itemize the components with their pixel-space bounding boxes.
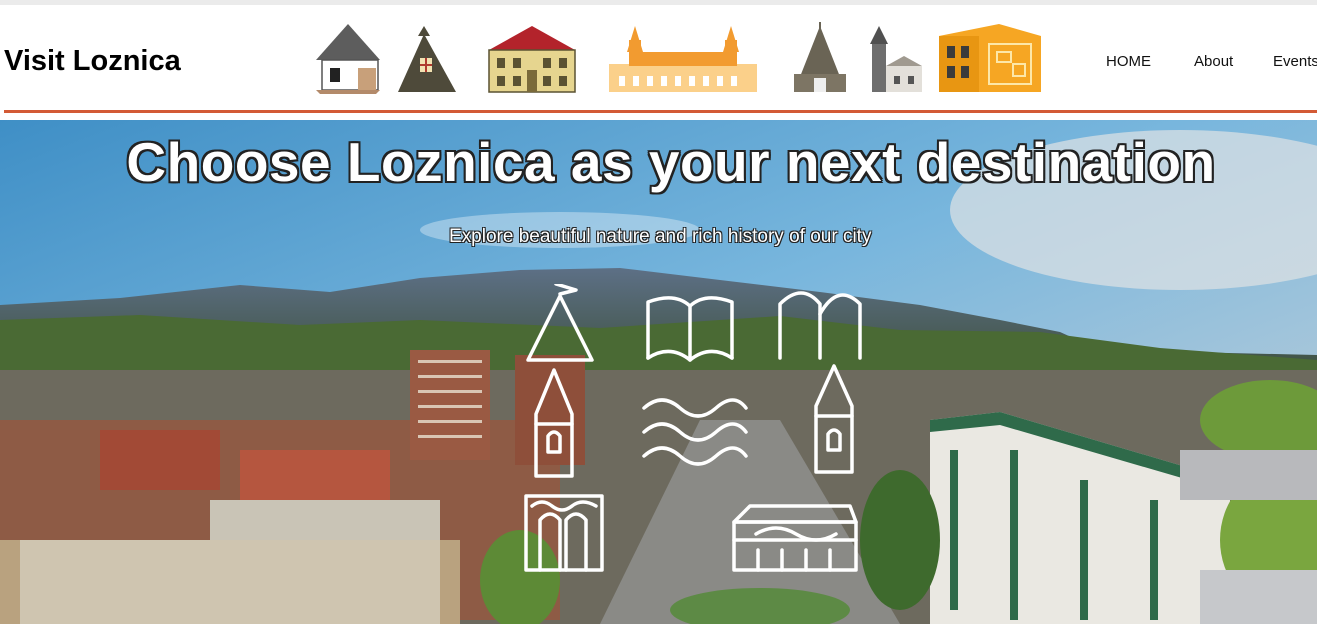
nav-about[interactable]: About <box>1194 53 1233 70</box>
hero-subtitle: Explore beautiful nature and rich histor… <box>449 226 872 247</box>
site-logo[interactable]: Visit Loznica <box>4 45 181 78</box>
header-divider <box>4 110 1317 113</box>
tower-church-icon <box>870 26 922 92</box>
nav-events[interactable]: Events <box>1273 53 1317 70</box>
cottage-icon <box>316 24 380 94</box>
hero-section: Choose Loznica as your next destination … <box>0 120 1317 624</box>
nav-home[interactable]: HOME <box>1106 53 1151 70</box>
hero-title: Choose Loznica as your next destination <box>126 131 1216 193</box>
modern-building-icon <box>939 24 1041 92</box>
church-icon <box>794 22 846 92</box>
city-emblem-icon <box>524 284 862 572</box>
palace-icon <box>609 26 757 92</box>
town-hall-icon <box>488 26 576 93</box>
monument-icon <box>398 26 456 92</box>
browser-top-edge <box>0 0 1317 5</box>
